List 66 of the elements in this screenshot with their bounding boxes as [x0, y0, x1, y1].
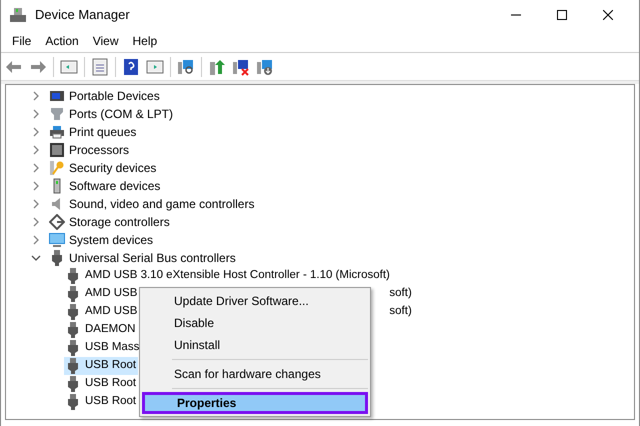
- usb-plug-icon: [67, 358, 79, 374]
- device-name: soft): [389, 286, 412, 302]
- usb-plug-icon: [67, 286, 79, 302]
- tree-item[interactable]: USB Root: [64, 393, 138, 411]
- connector-icon: [48, 106, 64, 122]
- tree-item[interactable]: AMD USB 3.10 eXtensible Host Controller - 1.10 (Microsoft): [64, 267, 392, 285]
- download-icon[interactable]: [256, 58, 274, 76]
- menu-item[interactable]: Scan for hardware changes: [142, 363, 368, 385]
- panel-icon[interactable]: [146, 58, 164, 76]
- usb-plug-icon: [67, 268, 79, 284]
- menu-item[interactable]: View: [86, 32, 126, 50]
- key-icon: [48, 160, 64, 176]
- tree-item[interactable]: DAEMON: [64, 321, 138, 339]
- device-name: USB Root: [85, 394, 136, 410]
- tree-item[interactable]: System devices: [69, 231, 154, 249]
- scan-icon[interactable]: [177, 58, 195, 76]
- panel-icon[interactable]: [60, 58, 78, 76]
- usb-plug-icon: [67, 394, 79, 410]
- collapse-chevron-icon[interactable]: [31, 253, 41, 263]
- usb-plug-icon: [67, 340, 79, 356]
- tree-item[interactable]: Processors: [69, 141, 130, 159]
- tree-item[interactable]: Print queues: [69, 123, 136, 141]
- device-name: USB Root: [85, 376, 136, 392]
- device-icon: [48, 88, 64, 104]
- menu-item[interactable]: Action: [38, 32, 86, 50]
- tree-item[interactable]: Software devices: [69, 177, 160, 195]
- tree-item[interactable]: USB Root: [64, 357, 138, 375]
- device-name: AMD USB: [85, 286, 138, 302]
- close-icon: [603, 10, 613, 20]
- device-name: USB Root: [85, 358, 136, 374]
- usb-plug-icon: [67, 304, 79, 320]
- menu-item[interactable]: Uninstall: [142, 334, 368, 356]
- device-name: AMD USB: [85, 304, 138, 320]
- chip-icon: [48, 142, 64, 158]
- list-icon[interactable]: [91, 58, 109, 76]
- computer-icon: [9, 7, 27, 23]
- menu-item[interactable]: Properties: [142, 392, 368, 414]
- usb-plug-icon: [67, 376, 79, 392]
- tree-item[interactable]: Storage controllers: [69, 213, 170, 231]
- usb-plug-icon: [67, 322, 79, 338]
- tree-item[interactable]: AMD USB: [64, 285, 140, 303]
- tree-item[interactable]: USB Mass: [64, 339, 142, 357]
- menu-item[interactable]: Help: [126, 32, 164, 50]
- storage-icon: [48, 214, 64, 230]
- tree-item[interactable]: Portable Devices: [69, 87, 160, 105]
- device-name: DAEMON: [85, 322, 136, 338]
- tree-item[interactable]: USB Root: [64, 375, 138, 393]
- uninstall-icon[interactable]: [232, 58, 250, 76]
- tree-item[interactable]: Universal Serial Bus controllers: [69, 249, 236, 267]
- help-icon[interactable]: [122, 58, 140, 76]
- device-name: AMD USB 3.10 eXtensible Host Controller - 1.10 (Microsoft): [85, 268, 390, 284]
- menu-item[interactable]: Disable: [142, 312, 368, 334]
- tree-item[interactable]: AMD USB: [64, 303, 140, 321]
- maximize-icon: [557, 10, 567, 20]
- menu-item[interactable]: File: [5, 32, 38, 50]
- window-title: Device Manager: [35, 6, 130, 24]
- device-name: USB Mass: [85, 340, 140, 356]
- tree-item[interactable]: Security devices: [69, 159, 156, 177]
- device-name: soft): [389, 304, 412, 320]
- update-driver-icon[interactable]: [208, 58, 226, 76]
- monitor-icon: [48, 232, 64, 248]
- menu-item[interactable]: Update Driver Software...: [142, 290, 368, 312]
- printer-icon: [48, 124, 64, 140]
- usb-plug-icon: [50, 250, 62, 266]
- tree-item[interactable]: Ports (COM & LPT): [69, 105, 174, 123]
- tree-item[interactable]: Sound, video and game controllers: [69, 195, 254, 213]
